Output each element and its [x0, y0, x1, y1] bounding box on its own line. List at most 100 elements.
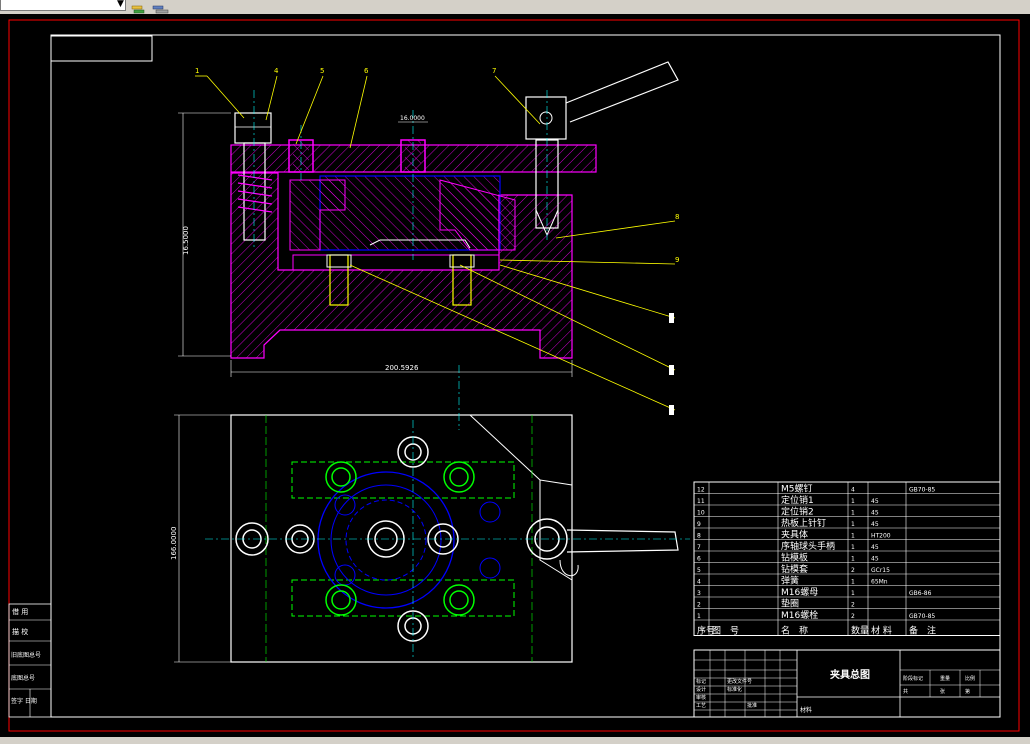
side-label-1: 借 用 — [12, 607, 28, 616]
parts-row: 9 热板上针钉 1 45 — [697, 517, 879, 529]
parts-cell-name: M5螺钉 — [781, 484, 813, 495]
leader-label-9: 9 — [675, 256, 679, 264]
parts-cell-name: M16螺栓 — [781, 609, 818, 621]
leader-label-1: 1 — [195, 67, 199, 75]
parts-cell-name: 定位销2 — [781, 506, 814, 518]
top-body — [230, 414, 573, 663]
parts-cell-no: 8 — [697, 533, 701, 540]
parts-cell-no: 4 — [697, 579, 701, 586]
parts-cell-note: GB70-85 — [909, 613, 935, 620]
material-label: 材料 — [800, 706, 812, 714]
dim-height-top-text: 166.0000 — [170, 527, 178, 560]
fixture-drawing: 借 用 描 校 旧底图总号 底图总号 签字 日期 16.5000 200.592… — [8, 19, 1020, 732]
parts-row: 1 M16螺栓 2 GB70-85 — [697, 609, 935, 621]
parts-row: 8 夹具体 1 HT200 — [697, 529, 891, 541]
parts-row: 10 定位销2 1 45 — [697, 506, 879, 518]
parts-row: 6 钻模板 1 45 — [697, 552, 879, 564]
header-qty: 数量 — [851, 625, 869, 637]
header-name: 名 称 — [781, 625, 808, 637]
parts-row: 3 M16螺母 1 GB6-86 — [697, 587, 932, 598]
tb-label-design: 设计 — [696, 686, 706, 693]
tb-label-review: 审核 — [696, 694, 706, 701]
top-view: 166.0000 — [170, 365, 690, 663]
parts-cell-qty: 1 — [851, 498, 855, 505]
side-label-3: 旧底图总号 — [11, 651, 41, 659]
parts-cell-no: 5 — [697, 567, 701, 574]
parts-cell-name: 弹簧 — [781, 575, 799, 587]
parts-cell-qty: 1 — [851, 521, 855, 528]
parts-cell-note: GB70-85 — [909, 487, 935, 494]
header-mat: 材 料 — [871, 625, 892, 637]
parts-cell-no: 2 — [697, 602, 701, 609]
tb-label-total: 共 — [903, 688, 908, 695]
parts-cell-qty: 1 — [851, 533, 855, 540]
parts-cell-no: 6 — [697, 556, 701, 563]
parts-cell-mat: 45 — [871, 510, 879, 517]
tb-label-weight: 重量 — [940, 675, 950, 682]
hex-nut — [234, 112, 272, 144]
parts-cell-mat: HT200 — [871, 533, 891, 540]
dim-width-front-text: 200.5926 — [385, 364, 419, 372]
parts-cell-no: 1 — [697, 613, 701, 620]
chevron-down-icon[interactable]: ▼ — [117, 0, 124, 9]
parts-cell-qty: 4 — [851, 487, 855, 494]
dim-height-front-text: 16.5000 — [182, 226, 190, 255]
side-label-5: 签字 日期 — [11, 697, 37, 705]
title-block: 夹具总图 材料 标记 更改文件号 设计 标准化 审核 工艺 批准 阶段标记 重量… — [693, 649, 1001, 718]
side-label-4: 底图总号 — [11, 674, 35, 682]
parts-cell-name: 钻模套 — [781, 563, 808, 575]
parts-row: 5 钻模套 2 GCr15 — [697, 563, 890, 575]
leader-label-7: 7 — [492, 67, 496, 75]
tb-label-change: 更改文件号 — [727, 678, 752, 685]
parts-cell-qty: 1 — [851, 510, 855, 517]
leader-label-5: 5 — [320, 67, 324, 75]
parts-row: 11 定位销1 1 45 — [697, 494, 879, 506]
leader-label-4: 4 — [274, 67, 279, 75]
cad-toolbar: ▼ — [0, 0, 1030, 15]
code-box — [50, 35, 153, 62]
side-label-2: 描 校 — [12, 627, 28, 636]
parts-cell-qty: 2 — [851, 613, 855, 620]
parts-cell-qty: 2 — [851, 567, 855, 574]
parts-header: 序号图 号名 称数量材 料备 注 — [697, 625, 936, 637]
parts-row: 12 M5螺钉 4 GB70-85 — [697, 484, 935, 495]
parts-cell-no: 10 — [697, 510, 705, 517]
tb-label-process: 工艺 — [696, 703, 706, 709]
parts-cell-name: 序轴球头手柄 — [781, 540, 835, 552]
parts-cell-qty: 1 — [851, 556, 855, 563]
parts-cell-no: 7 — [697, 544, 701, 551]
tb-label-sheet: 张 — [940, 688, 945, 695]
parts-cell-name: 钻模板 — [781, 552, 808, 564]
header-note: 备 注 — [909, 625, 936, 637]
layer-properties-icon[interactable] — [131, 0, 145, 14]
parts-cell-qty: 2 — [851, 602, 855, 609]
parts-row: 2 垫圈 2 — [697, 598, 855, 610]
tb-label-mark: 标记 — [696, 678, 706, 685]
tb-label-sheet-no: 第 — [965, 688, 970, 695]
tb-label-approve: 批准 — [747, 702, 757, 709]
parts-cell-mat: 45 — [871, 521, 879, 528]
header-code: 图 号 — [712, 626, 739, 637]
parts-cell-no: 3 — [697, 590, 701, 597]
parts-cell-name: 夹具体 — [781, 529, 808, 541]
parts-cell-name: 垫圈 — [781, 598, 799, 610]
drawing-title: 夹具总图 — [830, 668, 870, 681]
dim-bush-fit-text: 16.0000 — [400, 115, 425, 122]
leader-label-8: 8 — [675, 213, 679, 221]
layer-dropdown[interactable]: ▼ — [0, 0, 126, 11]
parts-list: 12 M5螺钉 4 GB70-8511 定位销1 1 4510 定位销2 1 459 热板上针钉 1 4… — [693, 481, 1001, 637]
ball-handle-head — [525, 96, 567, 140]
parts-cell-mat: 45 — [871, 498, 879, 505]
front-view: 16.5000 200.5926 16.0000 1 4 5 6 7 8 9 — [178, 61, 679, 415]
layer-states-icon[interactable] — [151, 0, 169, 14]
side-label-block: 借 用 描 校 旧底图总号 底图总号 签字 日期 — [8, 603, 52, 718]
top-handle — [566, 529, 679, 553]
drawing-canvas[interactable]: 借 用 描 校 旧底图总号 底图总号 签字 日期 16.5000 200.592… — [0, 14, 1030, 744]
parts-row: 4 弹簧 1 65Mn — [697, 575, 888, 587]
tb-label-stage: 阶段标记 — [903, 675, 923, 682]
tb-label-standard: 标准化 — [727, 686, 742, 693]
parts-cell-mat: 45 — [871, 544, 879, 551]
sheet-border — [8, 19, 1020, 732]
status-bar — [0, 737, 1030, 744]
parts-cell-qty: 1 — [851, 590, 855, 597]
